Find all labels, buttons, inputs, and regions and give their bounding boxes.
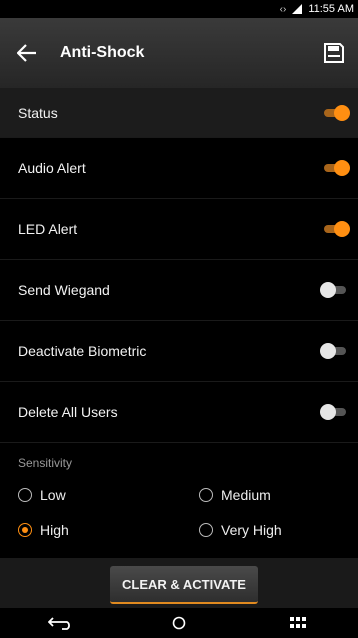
radio-very-high[interactable]: Very High [199,522,282,538]
toggle-label: Audio Alert [18,160,86,176]
signal-icon [292,4,303,14]
toggle-row-led-alert[interactable]: LED Alert [0,199,358,260]
audio-alert-switch[interactable] [320,157,350,179]
radio-circle-icon [199,523,213,537]
toggle-label: Deactivate Biometric [18,343,147,359]
led-alert-switch[interactable] [320,218,350,240]
toggle-row-deactivate-biometric[interactable]: Deactivate Biometric [0,321,358,382]
page-title: Anti-Shock [60,44,145,61]
toggle-label: LED Alert [18,221,78,237]
status-time: 11:55 AM [308,3,354,15]
send-wiegand-switch[interactable] [320,279,350,301]
app-toolbar: Anti-Shock [0,18,358,88]
radio-circle-icon [199,488,213,502]
radio-label: High [40,522,69,538]
radio-medium[interactable]: Medium [199,487,271,503]
radio-label: Low [40,487,66,503]
apps-nav-icon[interactable] [268,611,328,635]
navigation-bar [0,608,358,638]
arrow-left-icon[interactable] [14,40,40,66]
radio-low[interactable]: Low [18,487,66,503]
save-icon[interactable] [320,39,348,67]
radio-circle-icon [18,488,32,502]
settings-list: Status Audio Alert LED Alert Send Wiegan… [0,88,358,443]
toggle-row-audio-alert[interactable]: Audio Alert [0,138,358,199]
toggle-label: Delete All Users [18,404,118,420]
back-nav-icon[interactable] [30,611,90,635]
toggle-row-delete-all-users[interactable]: Delete All Users [0,382,358,443]
data-transfer-icon: ‹› [279,3,287,15]
radio-high[interactable]: High [18,522,69,538]
status-bar: ‹› 11:55 AM [0,0,358,18]
toggle-row-status[interactable]: Status [0,88,358,138]
deactivate-biometric-switch[interactable] [320,340,350,362]
home-nav-icon[interactable] [149,611,209,635]
radio-selected-icon [18,523,32,537]
delete-all-users-switch[interactable] [320,401,350,423]
sensitivity-label: Sensitivity [18,456,73,470]
toggle-label: Send Wiegand [18,282,110,298]
status-switch[interactable] [320,102,350,124]
radio-label: Very High [221,522,282,538]
radio-label: Medium [221,487,271,503]
clear-activate-button[interactable]: CLEAR & ACTIVATE [110,566,258,604]
toggle-row-send-wiegand[interactable]: Send Wiegand [0,260,358,321]
toggle-label: Status [18,104,58,121]
